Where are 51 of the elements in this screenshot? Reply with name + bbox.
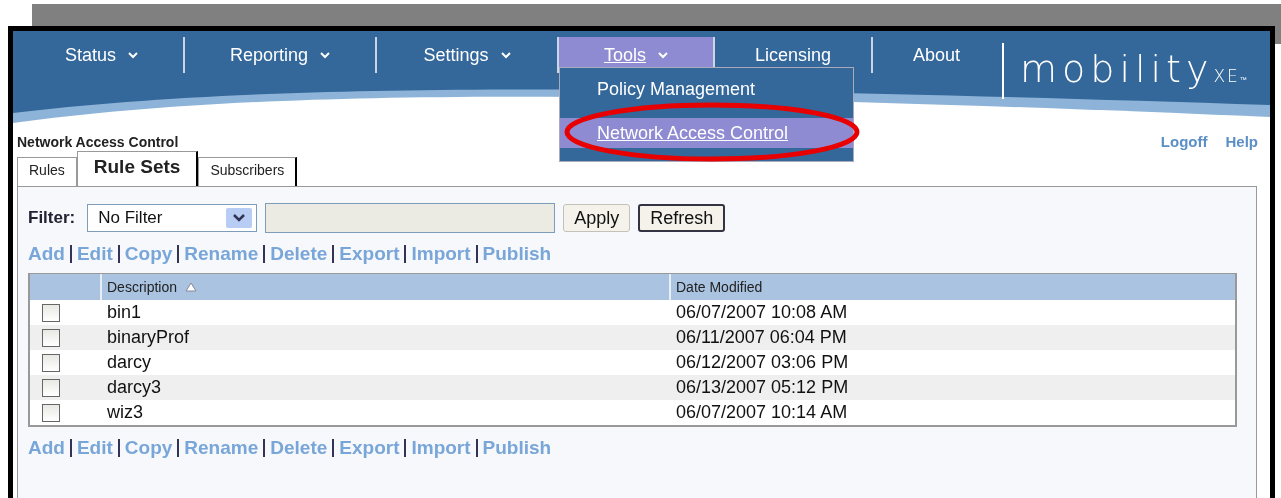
row-checkbox[interactable] — [42, 303, 60, 322]
tab[interactable]: Rule Sets — [76, 151, 199, 186]
action-link[interactable]: Add — [28, 243, 65, 265]
row-checkbox[interactable] — [42, 378, 60, 397]
action-link[interactable]: Import — [411, 437, 471, 459]
row-checkbox[interactable] — [42, 353, 60, 372]
chevron-icon — [233, 214, 246, 222]
action-link[interactable]: Rename — [184, 243, 259, 265]
table-cell-text: 06/07/2007 10:08 AM — [675, 302, 849, 323]
action-link[interactable]: Publish — [482, 243, 552, 265]
action-link[interactable]: Publish — [482, 437, 552, 459]
table-cell-text: bin1 — [106, 302, 143, 323]
action-link[interactable]: Export — [339, 437, 400, 459]
nav-item[interactable]: Reporting — [185, 37, 375, 73]
action-link[interactable]: Add — [28, 437, 65, 459]
action-link[interactable]: Rename — [184, 437, 259, 459]
table-cell-text: darcy — [106, 352, 152, 373]
filter-input[interactable] — [265, 203, 556, 233]
action-link[interactable]: Edit — [76, 437, 113, 459]
action-link[interactable]: Edit — [76, 243, 113, 265]
table-cell-text: 06/13/2007 05:12 PM — [675, 377, 850, 398]
action-link[interactable]: Copy — [124, 243, 173, 265]
header-link[interactable]: Help — [1225, 133, 1258, 150]
filter-button[interactable]: Apply — [563, 204, 631, 232]
row-checkbox[interactable] — [42, 328, 60, 347]
tab[interactable]: Rules — [17, 157, 77, 186]
filter-label: Filter: — [28, 208, 76, 228]
action-link[interactable]: Copy — [124, 437, 173, 459]
table-cell-text: 06/07/2007 10:14 AM — [675, 402, 849, 423]
nav-item[interactable]: Settings — [377, 37, 557, 73]
nav-item[interactable]: About — [873, 37, 1000, 73]
header-link[interactable]: Logoff — [1160, 133, 1208, 150]
menu-item[interactable]: Policy Management — [560, 74, 853, 104]
menu-item[interactable]: Network Access Control — [560, 118, 853, 148]
filter-dropdown[interactable]: No Filter — [87, 204, 258, 232]
table-cell-text: wiz3 — [106, 402, 144, 423]
action-link[interactable]: Delete — [270, 437, 328, 459]
row-checkbox[interactable] — [42, 403, 60, 422]
action-link[interactable]: Import — [411, 243, 471, 265]
nav-item[interactable]: Status — [20, 37, 183, 73]
filter-button[interactable]: Refresh — [638, 204, 726, 232]
table-cell-text: 06/12/2007 03:06 PM — [675, 352, 850, 373]
column-header[interactable]: Description — [100, 274, 669, 300]
table-cell-text: darcy3 — [106, 377, 163, 398]
tab[interactable]: Subscribers — [198, 157, 298, 186]
action-link[interactable]: Delete — [270, 243, 328, 265]
page-title: Network Access Control — [17, 134, 179, 150]
table-cell-text: binaryProf — [106, 327, 191, 348]
table-cell-text: 06/11/2007 06:04 PM — [675, 327, 848, 348]
action-link[interactable]: Export — [339, 243, 400, 265]
column-header[interactable]: Date Modified — [669, 274, 1235, 300]
